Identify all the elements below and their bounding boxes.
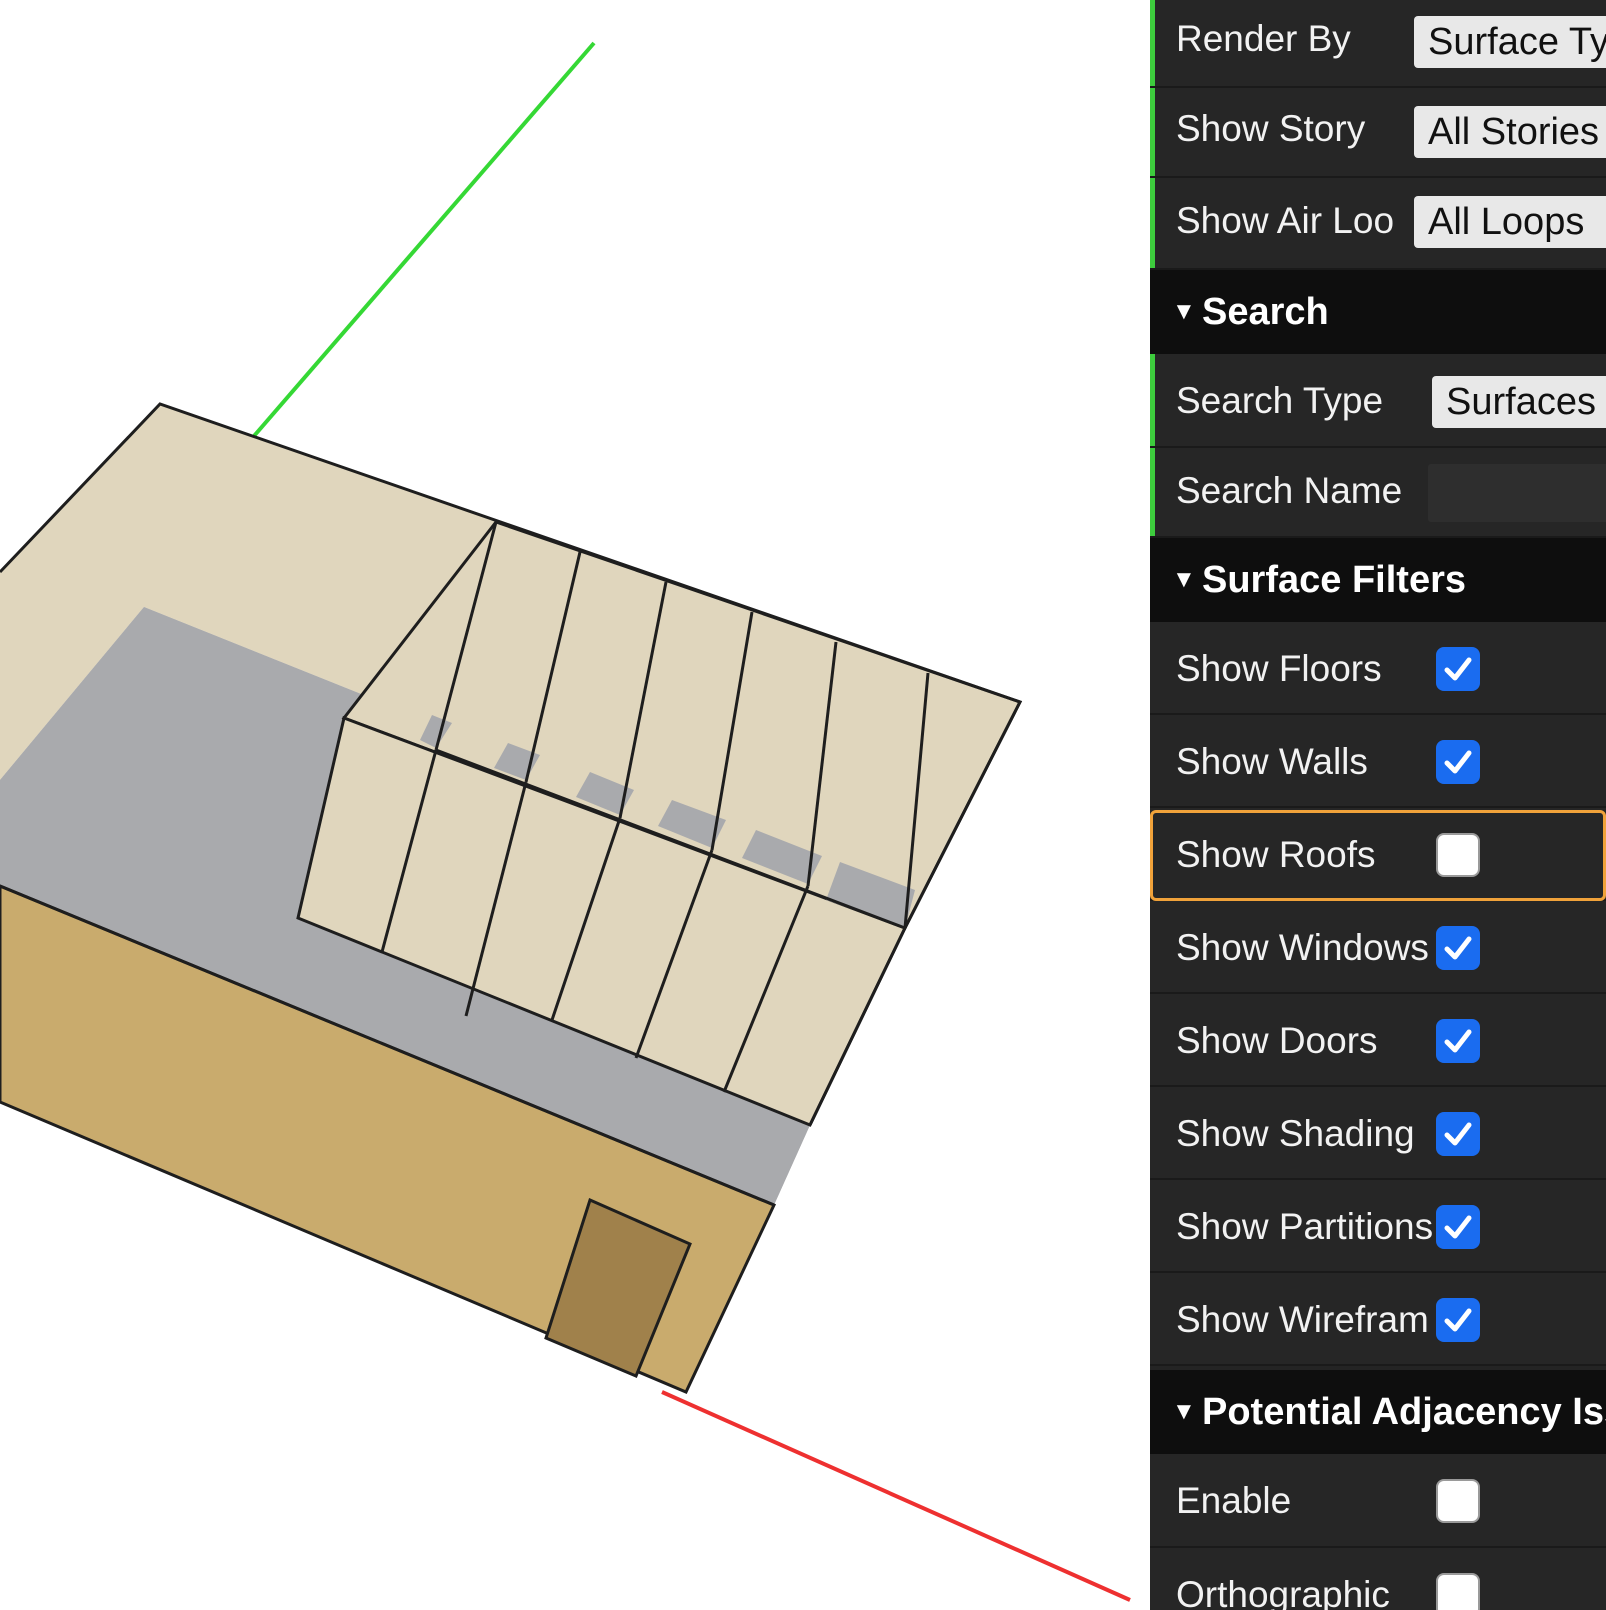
surface-filters-section-header[interactable]: ▼ Surface Filters bbox=[1150, 538, 1606, 622]
search-name-label: Search Name bbox=[1176, 470, 1403, 511]
show-partitions-label: Show Partitions bbox=[1176, 1206, 1434, 1247]
chevron-down-icon: ▼ bbox=[1172, 298, 1196, 325]
surface-filters-section-title: Surface Filters bbox=[1202, 559, 1466, 601]
show-floors-checkbox[interactable] bbox=[1436, 647, 1480, 691]
render-by-dropdown[interactable]: Surface Ty bbox=[1414, 16, 1606, 68]
enable-label: Enable bbox=[1176, 1480, 1292, 1521]
search-name-row: Search Name bbox=[1150, 448, 1606, 538]
adjacency-section-title: Potential Adjacency Iss bbox=[1202, 1391, 1606, 1433]
show-story-dropdown[interactable]: All Stories bbox=[1414, 106, 1606, 158]
show-walls-checkbox[interactable] bbox=[1436, 740, 1480, 784]
enable-row: Enable bbox=[1150, 1454, 1606, 1548]
render-by-label: Render By bbox=[1176, 18, 1351, 59]
show-windows-checkbox[interactable] bbox=[1436, 926, 1480, 970]
show-doors-checkbox[interactable] bbox=[1436, 1019, 1480, 1063]
3d-viewport[interactable] bbox=[0, 0, 1150, 1610]
show-shading-checkbox[interactable] bbox=[1436, 1112, 1480, 1156]
checkmark-icon bbox=[1444, 1308, 1472, 1332]
checkmark-icon bbox=[1444, 936, 1472, 960]
show-partitions-checkbox[interactable] bbox=[1436, 1205, 1480, 1249]
enable-checkbox[interactable] bbox=[1436, 1479, 1480, 1523]
orthographic-row: Orthographic bbox=[1150, 1548, 1606, 1610]
show-air-loops-dropdown[interactable]: All Loops bbox=[1414, 196, 1606, 248]
search-section-header[interactable]: ▼ Search bbox=[1150, 270, 1606, 354]
show-walls-label: Show Walls bbox=[1176, 741, 1368, 782]
show-air-loops-row: Show Air Loo All Loops bbox=[1150, 178, 1606, 270]
show-floors-row: Show Floors bbox=[1150, 622, 1606, 715]
y-axis bbox=[252, 41, 596, 438]
show-shading-row: Show Shading bbox=[1150, 1087, 1606, 1180]
show-wirefram-label: Show Wirefram bbox=[1176, 1299, 1429, 1340]
show-shading-label: Show Shading bbox=[1176, 1113, 1415, 1154]
show-story-row: Show Story All Stories bbox=[1150, 88, 1606, 178]
checkmark-icon bbox=[1444, 750, 1472, 774]
adjacency-section-header[interactable]: ▼ Potential Adjacency Iss bbox=[1150, 1370, 1606, 1454]
chevron-down-icon: ▼ bbox=[1172, 566, 1196, 593]
show-air-loops-label: Show Air Loo bbox=[1176, 200, 1395, 241]
show-windows-row: Show Windows bbox=[1150, 901, 1606, 994]
checkmark-icon bbox=[1444, 1029, 1472, 1053]
building-model bbox=[0, 41, 1131, 1602]
checkmark-icon bbox=[1444, 1122, 1472, 1146]
search-type-dropdown[interactable]: Surfaces bbox=[1432, 376, 1606, 428]
checkmark-icon bbox=[1444, 1215, 1472, 1239]
orthographic-checkbox[interactable] bbox=[1436, 1573, 1480, 1610]
checkmark-icon bbox=[1444, 657, 1472, 681]
show-walls-row: Show Walls bbox=[1150, 715, 1606, 808]
show-doors-row: Show Doors bbox=[1150, 994, 1606, 1087]
chevron-down-icon: ▼ bbox=[1172, 1398, 1196, 1425]
x-axis bbox=[661, 1390, 1131, 1602]
search-type-label: Search Type bbox=[1176, 380, 1384, 421]
show-floors-label: Show Floors bbox=[1176, 648, 1382, 689]
search-name-input[interactable] bbox=[1428, 464, 1606, 522]
search-type-row: Search Type Surfaces bbox=[1150, 354, 1606, 448]
orthographic-label: Orthographic bbox=[1176, 1574, 1390, 1610]
show-story-label: Show Story bbox=[1176, 108, 1366, 149]
show-partitions-row: Show Partitions bbox=[1150, 1180, 1606, 1273]
show-windows-label: Show Windows bbox=[1176, 927, 1429, 968]
show-doors-label: Show Doors bbox=[1176, 1020, 1378, 1061]
search-section-title: Search bbox=[1202, 291, 1329, 333]
render-by-row: Render By Surface Ty bbox=[1150, 0, 1606, 88]
show-wirefram-row: Show Wirefram bbox=[1150, 1273, 1606, 1366]
focus-ring bbox=[1150, 810, 1606, 901]
show-wirefram-checkbox[interactable] bbox=[1436, 1298, 1480, 1342]
inspector-panel: Render By Surface Ty Show Story All Stor… bbox=[1150, 0, 1606, 1610]
